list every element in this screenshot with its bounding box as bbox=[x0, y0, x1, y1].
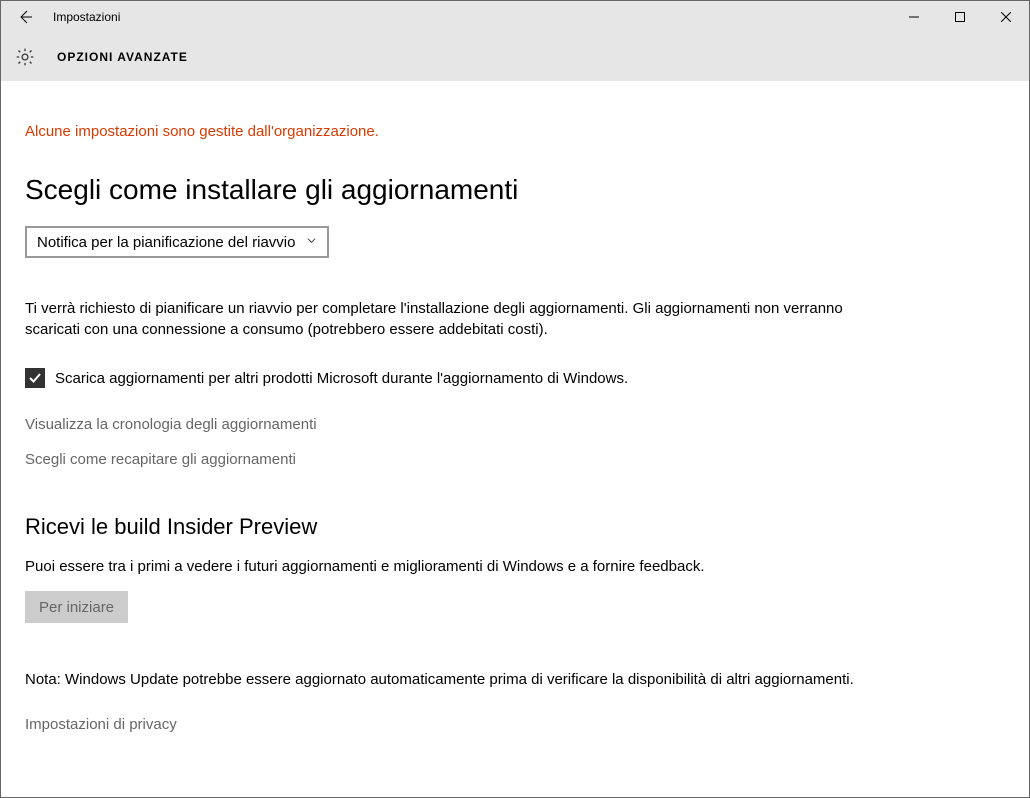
update-note: Nota: Windows Update potrebbe essere agg… bbox=[25, 671, 1005, 688]
page-header: OPZIONI AVANZATE bbox=[1, 33, 1029, 81]
link-privacy-settings[interactable]: Impostazioni di privacy bbox=[25, 716, 1005, 733]
chevron-down-icon bbox=[306, 233, 317, 251]
window-title: Impostazioni bbox=[53, 10, 120, 24]
insider-description: Puoi essere tra i primi a vedere i futur… bbox=[25, 558, 1005, 575]
minimize-icon bbox=[909, 12, 919, 22]
link-update-history[interactable]: Visualizza la cronologia degli aggiornam… bbox=[25, 416, 1005, 433]
arrow-left-icon bbox=[17, 9, 33, 25]
window-controls bbox=[891, 1, 1029, 33]
back-button[interactable] bbox=[1, 1, 49, 33]
checkbox-row-other-products: Scarica aggiornamenti per altri prodotti… bbox=[25, 368, 1005, 388]
section-insider-title: Ricevi le build Insider Preview bbox=[25, 514, 1005, 540]
get-started-button-label: Per iniziare bbox=[39, 599, 114, 616]
install-description: Ti verrà richiesto di pianificare un ria… bbox=[25, 298, 845, 340]
checkbox-other-products[interactable] bbox=[25, 368, 45, 388]
org-managed-notice: Alcune impostazioni sono gestite dall'or… bbox=[25, 123, 1005, 140]
close-button[interactable] bbox=[983, 1, 1029, 33]
checkmark-icon bbox=[28, 371, 42, 385]
checkbox-label-other-products: Scarica aggiornamenti per altri prodotti… bbox=[55, 370, 628, 387]
maximize-button[interactable] bbox=[937, 1, 983, 33]
close-icon bbox=[1001, 12, 1011, 22]
minimize-button[interactable] bbox=[891, 1, 937, 33]
gear-icon bbox=[13, 45, 37, 69]
section-update-install-title: Scegli come installare gli aggiornamenti bbox=[25, 174, 1005, 206]
content-area: Alcune impostazioni sono gestite dall'or… bbox=[1, 81, 1029, 733]
maximize-icon bbox=[955, 12, 965, 22]
page-title: OPZIONI AVANZATE bbox=[57, 50, 188, 64]
titlebar: Impostazioni bbox=[1, 1, 1029, 33]
dropdown-selected-value: Notifica per la pianificazione del riavv… bbox=[37, 234, 295, 251]
link-delivery-options[interactable]: Scegli come recapitare gli aggiornamenti bbox=[25, 451, 1005, 468]
get-started-button[interactable]: Per iniziare bbox=[25, 591, 128, 623]
install-schedule-dropdown[interactable]: Notifica per la pianificazione del riavv… bbox=[25, 226, 329, 258]
